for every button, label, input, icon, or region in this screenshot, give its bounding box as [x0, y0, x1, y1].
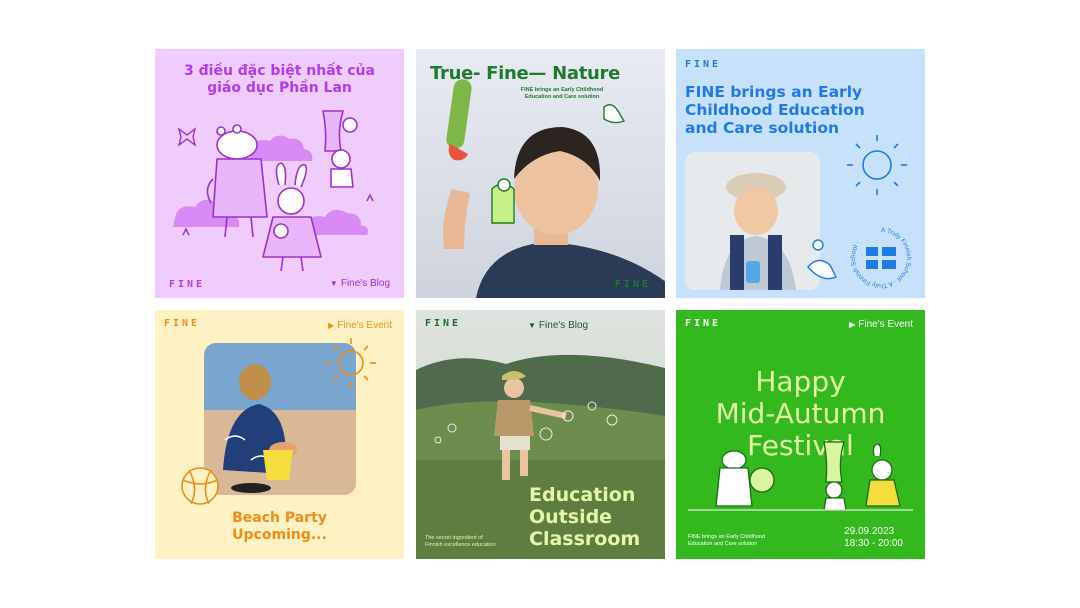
- mascots-illustration: [688, 441, 913, 511]
- event-date: 29.09.2023: [844, 526, 895, 537]
- post-card-true-fine-nature[interactable]: True- Fine— Nature FINE brings an Early …: [416, 49, 665, 298]
- post-card-beach-party[interactable]: FINE ▶ Fine's Event Beach Party Upcoming…: [155, 310, 404, 559]
- post-caption: The secret ingredient of Finnish excelle…: [425, 535, 496, 548]
- ball-icon: [181, 467, 219, 505]
- triangle-down-icon: ▼: [329, 279, 338, 288]
- post-card-early-childhood[interactable]: FINE FINE brings an Early Childhood Educ…: [676, 49, 925, 298]
- blog-tag[interactable]: ▼ Fine's Blog: [330, 278, 390, 289]
- fine-logo: FINE: [614, 279, 651, 290]
- post-card-finnish-education[interactable]: 3 điều đặc biệt nhất của giáo dục Phần L…: [155, 49, 404, 298]
- post-card-outside-classroom[interactable]: FINE ▼ Fine's Blog Education Outside Clas…: [416, 310, 665, 559]
- fine-logo: FINE: [425, 318, 462, 329]
- tag-label: Fine's Blog: [538, 320, 589, 331]
- svg-text:A Truly Finnish School · A Tru: A Truly Finnish School · A Truly Finnish…: [850, 227, 912, 289]
- post-title: 3 điều đặc biệt nhất của giáo dục Phần L…: [184, 63, 375, 96]
- triangle-down-icon: ▼: [528, 321, 536, 330]
- post-title: Education Outside Classroom: [529, 484, 641, 550]
- post-title: Beach Party Upcoming...: [232, 510, 327, 543]
- blog-tag[interactable]: ▼ Fine's Blog: [528, 320, 588, 331]
- post-subtitle: FINE brings an Early Childhood Education…: [520, 87, 604, 100]
- post-card-mid-autumn[interactable]: FINE ▶ Fine's Event Happy Mid-Autumn Fest…: [676, 310, 925, 559]
- event-description: FINE brings an Early Childhood Education…: [688, 534, 766, 547]
- event-time: 18:30 - 20:00: [844, 538, 903, 549]
- tag-label: Fine's Blog: [340, 278, 390, 289]
- post-title: True- Fine— Nature: [430, 63, 621, 84]
- fine-logo: FINE: [169, 279, 206, 290]
- finnish-school-badge: A Truly Finnish School · A Truly Finnish…: [850, 227, 912, 289]
- event-datetime: 29.09.2023 18:30 - 20:00: [844, 526, 903, 550]
